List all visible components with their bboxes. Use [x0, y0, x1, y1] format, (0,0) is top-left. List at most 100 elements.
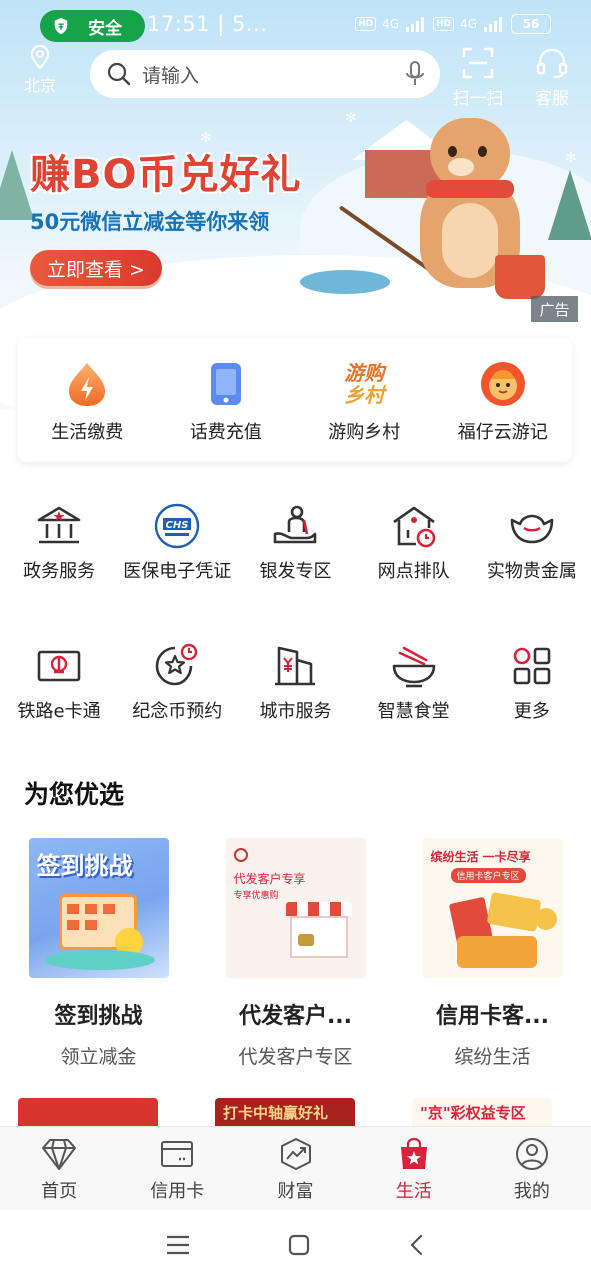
city-building-icon [275, 646, 316, 686]
scan-button[interactable]: 扫一扫 [450, 46, 506, 109]
location-selector[interactable]: 北京 [18, 44, 62, 96]
scan-label: 扫一扫 [452, 89, 504, 109]
image-subheading: 信用卡客户专区 [450, 868, 526, 883]
gold-ingot-icon [510, 514, 554, 544]
railway-card-icon [37, 650, 81, 682]
image-heading: 签到挑战 [36, 852, 133, 880]
search-bar[interactable]: 请输入 [90, 50, 440, 98]
system-navigation-bar [0, 1210, 591, 1280]
safe-badge[interactable]: 安全 [40, 10, 145, 42]
quick-actions-card: 生活缴费 话费充值 游购 乡村 游购乡村 福仔云游记 [18, 338, 572, 462]
featured-title: 签到挑战 [54, 1004, 143, 1029]
quick-item-label: 话费充值 [189, 422, 262, 443]
quick-item-fuzai-cloud-tour[interactable]: 福仔云游记 [434, 338, 573, 462]
ad-tag: 广告 [531, 296, 578, 322]
chs-badge-text: CHS [166, 520, 189, 531]
service-more[interactable]: 更多 [473, 642, 591, 724]
signal-icon [406, 17, 425, 32]
image-heading: 代发客户专享 [233, 872, 306, 886]
image-subheading: 专享优惠购 [233, 891, 279, 901]
nav-home[interactable]: 首页 [0, 1127, 118, 1210]
nav-wealth[interactable]: 财富 [236, 1127, 354, 1210]
microphone-icon[interactable] [404, 60, 426, 88]
chs-badge-icon: CHS [155, 503, 200, 549]
canteen-bowl-icon [392, 646, 435, 688]
location-pin-icon [30, 44, 50, 70]
service-label: 智慧食堂 [377, 701, 450, 722]
customer-service-button[interactable]: 客服 [524, 46, 580, 109]
nav-life[interactable]: 生活 [355, 1127, 473, 1210]
featured-title: 代发客户... [238, 1004, 353, 1029]
section-title: 为您优选 [24, 780, 125, 809]
snowflake-icon: ✻ [345, 110, 357, 126]
service-label: 铁路e卡通 [17, 701, 101, 722]
phone-icon [202, 360, 250, 408]
service-label: 纪念币预约 [132, 701, 223, 722]
service-government[interactable]: 政务服务 [0, 502, 118, 584]
services-row-1: 政务服务 CHS 医保电子凭证 银发专区 网点排队 实物贵金属 [0, 502, 591, 584]
service-label: 医保电子凭证 [123, 561, 232, 582]
hd-icon: HD [433, 17, 455, 31]
more-grid-icon [513, 647, 551, 685]
mascot-icon [479, 360, 527, 408]
headset-icon [536, 48, 568, 79]
banner-ice-hole [300, 270, 390, 294]
battery-indicator: 56 [511, 14, 551, 34]
location-label: 北京 [23, 76, 56, 95]
credit-card-customer-image: 缤纷生活 一卡尽享 信用卡客户专区 [422, 838, 563, 978]
featured-card-checkin[interactable]: 签到挑战 签到挑战 领立减金 [0, 838, 197, 1069]
government-building-icon [37, 506, 81, 544]
nav-credit-card[interactable]: 信用卡 [118, 1127, 236, 1210]
credit-card-icon [161, 1141, 194, 1167]
featured-card-payroll[interactable]: 代发客户专享 专享优惠购 代发客户... 代发客户专区 [197, 838, 394, 1069]
service-city[interactable]: 城市服务 [236, 642, 354, 724]
checkin-challenge-image: 签到挑战 [28, 838, 169, 978]
featured-card-credit[interactable]: 缤纷生活 一卡尽享 信用卡客户专区 信用卡客... 缤纷生活 [394, 838, 591, 1069]
shield-icon [54, 17, 68, 35]
home-square-icon[interactable] [287, 1233, 311, 1257]
service-label: 更多 [513, 701, 550, 722]
featured-subtitle: 代发客户专区 [238, 1046, 353, 1068]
featured-subtitle: 领立减金 [60, 1046, 137, 1068]
banner-tree [0, 150, 34, 220]
service-commemorative-coin[interactable]: 纪念币预约 [118, 642, 236, 724]
nav-label: 财富 [277, 1181, 314, 1202]
status-time: 17:51 | 5... [147, 12, 268, 36]
search-placeholder: 请输入 [142, 64, 200, 87]
quick-item-village-shopping[interactable]: 游购 乡村 游购乡村 [295, 338, 434, 462]
bottom-navigation: 首页 信用卡 财富 生活 我的 [0, 1126, 591, 1210]
scan-icon [462, 47, 494, 79]
nav-label: 首页 [41, 1181, 78, 1202]
nav-mine[interactable]: 我的 [473, 1127, 591, 1210]
service-senior-zone[interactable]: 银发专区 [236, 502, 354, 584]
service-smart-canteen[interactable]: 智慧食堂 [355, 642, 473, 724]
banner-subtitle: 50元微信立减金等你来领 [30, 210, 270, 234]
featured-subtitle: 缤纷生活 [454, 1046, 531, 1068]
snowflake-icon: ✻ [565, 150, 577, 166]
menu-icon[interactable] [165, 1234, 191, 1256]
quick-item-living-payment[interactable]: 生活缴费 [18, 338, 157, 462]
nav-label: 生活 [395, 1181, 432, 1202]
service-label: 网点排队 [377, 561, 450, 582]
service-precious-metal[interactable]: 实物贵金属 [473, 502, 591, 584]
quick-item-phone-recharge[interactable]: 话费充值 [157, 338, 296, 462]
hd-icon: HD [355, 17, 377, 31]
service-branch-queue[interactable]: 网点排队 [355, 502, 473, 584]
signal-icon [484, 17, 502, 32]
village-logo-line2: 乡村 [344, 383, 385, 407]
back-icon[interactable] [407, 1233, 427, 1257]
service-railway-card[interactable]: 铁路e卡通 [0, 642, 118, 724]
service-label: 银发专区 [259, 561, 332, 582]
quick-item-label: 福仔云游记 [457, 422, 548, 443]
service-label: 政务服务 [23, 561, 96, 582]
banner-view-button[interactable]: 立即查看 > [30, 250, 162, 286]
search-icon [107, 62, 131, 86]
commemorative-coin-icon [155, 643, 198, 686]
service-label: 城市服务 [259, 701, 332, 722]
service-label: 实物贵金属 [486, 561, 577, 582]
quick-item-label: 生活缴费 [51, 422, 124, 443]
service-medical-insurance[interactable]: CHS 医保电子凭证 [118, 502, 236, 584]
flame-drop-icon [63, 360, 111, 408]
nav-label: 我的 [513, 1181, 550, 1202]
elder-care-icon [274, 505, 317, 544]
